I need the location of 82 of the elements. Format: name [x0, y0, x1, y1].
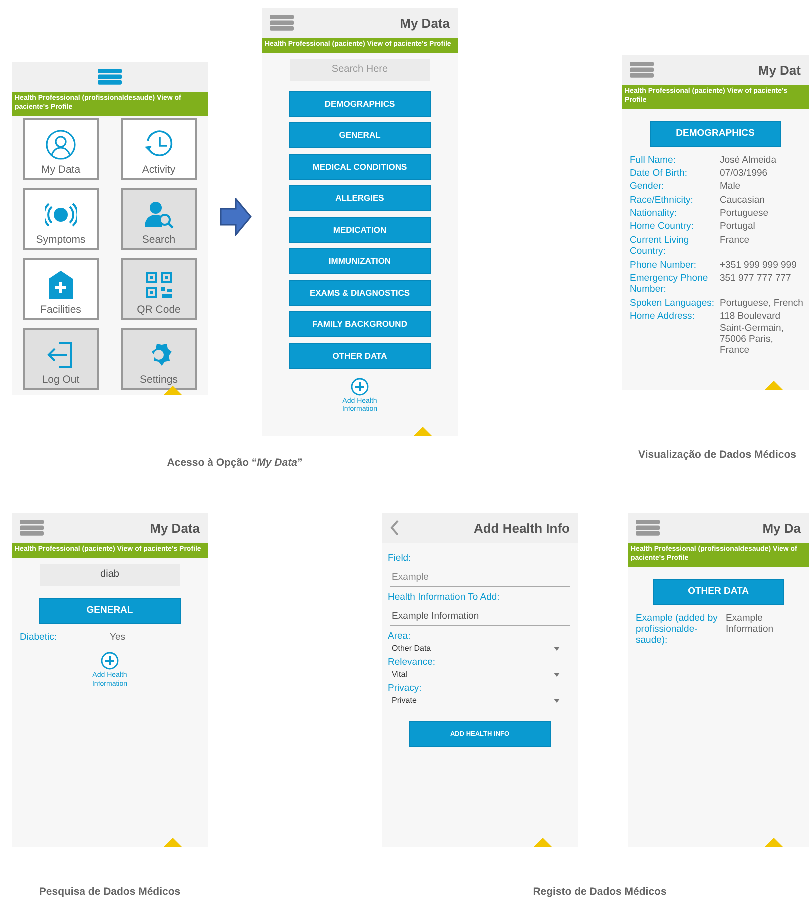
triangle-icon[interactable]	[164, 838, 182, 847]
menu-tile[interactable]: Facilities	[23, 258, 99, 320]
menu-icon[interactable]	[20, 520, 44, 536]
menu-icon[interactable]	[636, 520, 660, 536]
figure-caption: Pesquisa de Dados Médicos	[38, 886, 182, 898]
field-value: France	[720, 234, 751, 248]
triangle-icon[interactable]	[414, 427, 432, 436]
dropdown[interactable]: Other Data	[388, 642, 572, 655]
app-header: Add Health Info	[382, 513, 578, 543]
field-label: Nationality:	[630, 208, 678, 220]
input-field[interactable]: Example	[390, 568, 570, 587]
add-icon[interactable]	[351, 378, 369, 396]
category-button[interactable]: EXAMS & DIAGNOSTICS	[289, 280, 431, 306]
add-icon[interactable]	[101, 652, 119, 670]
dropdown[interactable]: Private	[388, 694, 572, 707]
field-value: José Almeida	[720, 154, 778, 166]
field-value: 07/03/1996	[720, 168, 769, 180]
right-arrow	[220, 198, 252, 236]
back-icon[interactable]	[390, 520, 400, 536]
screen-title: My Data	[150, 520, 200, 536]
field-label: Example (added by profissionalde-saude):	[636, 612, 719, 647]
figure-caption: Acesso à Opção “My Data”	[166, 457, 304, 469]
triangle-icon[interactable]	[765, 381, 783, 390]
field-label: Race/Ethnicity:	[630, 194, 694, 206]
triangle-icon[interactable]	[164, 386, 182, 395]
field-label: Date Of Birth:	[630, 168, 689, 180]
screen-title: My Da	[762, 520, 801, 536]
category-button[interactable]: DEMOGRAPHICS	[289, 90, 431, 117]
person-circle-icon	[45, 128, 77, 160]
menu-tile[interactable]: Activity	[121, 118, 197, 180]
dropdown[interactable]: Vital	[388, 668, 572, 681]
field-label: Home Country:	[630, 221, 695, 233]
figure-caption: Registo de Dados Médicos	[532, 886, 668, 898]
menu-icon[interactable]	[630, 62, 654, 78]
menu-icon[interactable]	[270, 15, 294, 31]
field-label: Home Address:	[630, 311, 696, 324]
field-label: Full Name:	[630, 154, 677, 166]
menu-icon[interactable]	[98, 69, 122, 85]
category-button[interactable]: ALLERGIES	[289, 185, 431, 212]
category-button[interactable]: OTHER DATA	[289, 342, 431, 369]
caret-icon	[554, 672, 560, 676]
field-value: 351 977 777 777	[720, 273, 792, 286]
field-label: Spoken Languages:	[630, 298, 716, 310]
category-button[interactable]: MEDICAL CONDITIONS	[289, 154, 431, 180]
field-label: Area:	[388, 631, 412, 642]
field-label: Field:	[388, 553, 412, 564]
field-label: Relevance:	[388, 657, 437, 668]
caret-icon	[554, 698, 560, 702]
search-field[interactable]: Search Here	[290, 58, 430, 81]
field-value: 118 Boulevard Saint-Germain, 75006 Paris, France	[720, 311, 785, 357]
search-field[interactable]: diab	[40, 564, 180, 586]
field-value: Example Information	[726, 612, 775, 637]
field-label: Diabetic:	[20, 632, 58, 644]
category-button[interactable]: MEDICATION	[289, 216, 431, 243]
field-label: Gender:	[630, 181, 666, 193]
input-field[interactable]: Example Information	[390, 607, 570, 626]
field-label: Emergency Phone Number:	[630, 273, 710, 296]
category-button[interactable]: FAMILY BACKGROUND	[289, 311, 431, 338]
menu-tile[interactable]: My Data	[23, 118, 99, 180]
category-button[interactable]: GENERAL	[289, 122, 431, 148]
triangle-icon[interactable]	[534, 838, 552, 847]
field-label: Health Information To Add:	[388, 592, 501, 603]
field-value: Portugal	[720, 221, 756, 233]
category-button[interactable]: IMMUNIZATION	[289, 248, 431, 274]
figure-caption: Visualização de Dados Médicos	[638, 449, 798, 461]
field-label: Phone Number:	[630, 260, 698, 272]
section-button[interactable]: GENERAL	[39, 598, 181, 624]
section-button[interactable]: OTHER DATA	[653, 578, 784, 604]
screen-title: My Data	[400, 16, 450, 30]
screen-title: My Dat	[758, 62, 801, 78]
field-label: Privacy:	[388, 683, 423, 694]
field-value: +351 999 999 999	[720, 260, 798, 272]
caret-icon	[554, 646, 560, 650]
field-value: Portuguese	[720, 208, 770, 220]
triangle-icon[interactable]	[765, 838, 783, 847]
field-value: Male	[720, 181, 742, 193]
field-value: Yes	[110, 632, 126, 644]
field-value: Portuguese, French	[720, 298, 804, 310]
menu-tile[interactable]: Symptoms	[23, 188, 99, 250]
section-button[interactable]: DEMOGRAPHICS	[650, 120, 781, 146]
field-label: Current Living Country:	[630, 234, 690, 258]
field-value: Caucasian	[720, 194, 766, 206]
